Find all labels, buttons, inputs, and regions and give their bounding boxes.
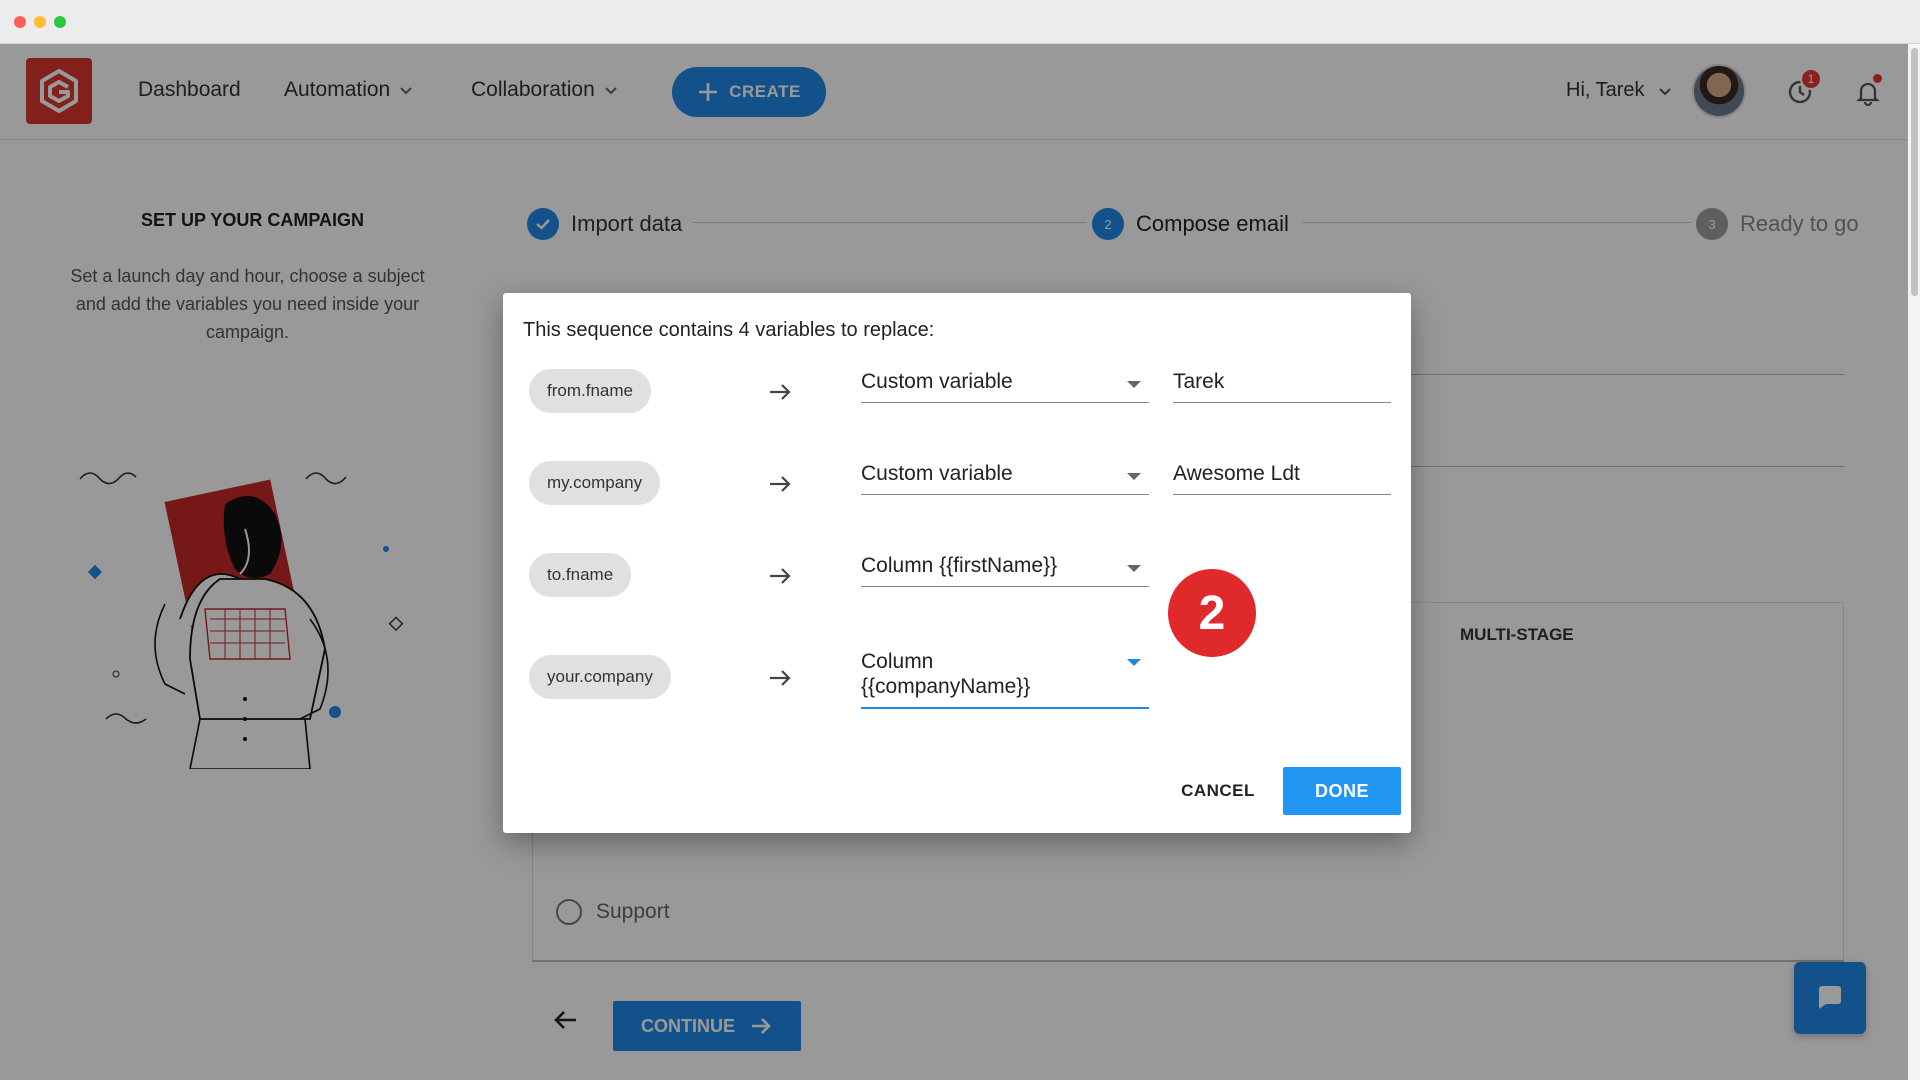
dialog-title: This sequence contains 4 variables to re… [523, 319, 935, 341]
dropdown-caret-icon [1127, 473, 1141, 480]
done-button[interactable]: DONE [1283, 767, 1401, 815]
arrow-right-icon [770, 476, 791, 492]
mapping-value: Custom variable [861, 370, 1013, 393]
variable-row: from.fname Custom variable Tarek [503, 363, 1411, 423]
arrow-right-icon [770, 670, 791, 686]
arrow-right-icon [770, 384, 791, 400]
variable-chip: from.fname [529, 369, 651, 413]
variable-row: your.company Column {{companyName}} [503, 647, 1411, 737]
replace-variables-dialog: This sequence contains 4 variables to re… [503, 293, 1411, 833]
mapping-value: Column {{companyName}} [861, 650, 1031, 698]
browser-titlebar [0, 0, 1920, 44]
window-minimize-button[interactable] [34, 16, 46, 28]
mapping-value: Custom variable [861, 462, 1013, 485]
cancel-button[interactable]: CANCEL [1165, 767, 1271, 815]
app-window: Dashboard Automation Collaboration CREAT… [0, 44, 1908, 1080]
mapping-value: Column {{firstName}} [861, 554, 1058, 577]
variable-chip: my.company [529, 461, 661, 505]
mapping-select[interactable]: Column {{firstName}} [861, 554, 1149, 587]
custom-value-input[interactable]: Tarek [1173, 370, 1391, 403]
arrow-right-icon [770, 568, 791, 584]
mapping-select[interactable]: Column {{companyName}} [861, 649, 1149, 709]
mapping-select[interactable]: Custom variable [861, 370, 1149, 403]
mapping-select[interactable]: Custom variable [861, 462, 1149, 495]
window-maximize-button[interactable] [54, 16, 66, 28]
variable-row: my.company Custom variable Awesome Ldt [503, 455, 1411, 515]
custom-value-input[interactable]: Awesome Ldt [1173, 462, 1391, 495]
window-close-button[interactable] [14, 16, 26, 28]
dropdown-caret-icon [1127, 659, 1141, 666]
dropdown-caret-icon [1127, 565, 1141, 572]
page-scrollbar[interactable] [1908, 44, 1920, 1080]
variable-chip: your.company [529, 655, 671, 699]
dropdown-caret-icon [1127, 381, 1141, 388]
scrollbar-thumb[interactable] [1911, 48, 1918, 296]
variable-row: to.fname Column {{firstName}} [503, 547, 1411, 607]
variable-chip: to.fname [529, 553, 632, 597]
annotation-step-badge: 2 [1168, 569, 1256, 657]
